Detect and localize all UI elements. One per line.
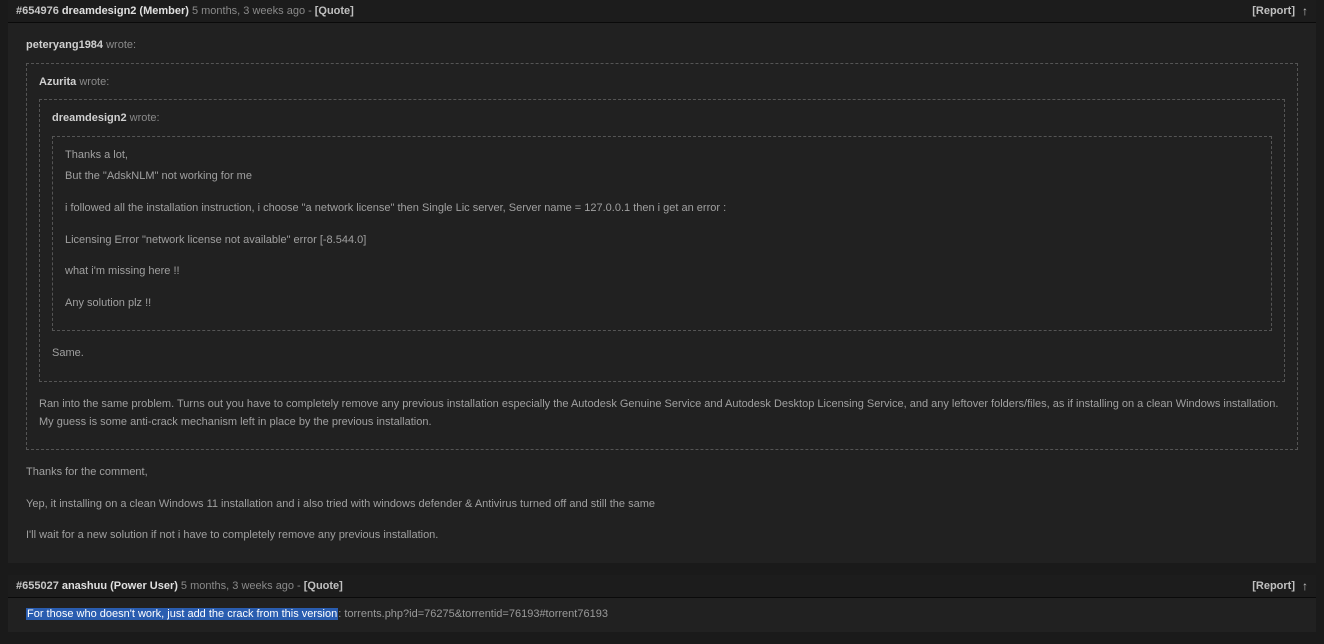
post-time: 5 months, 3 weeks ago	[181, 580, 294, 592]
quote-text: Thanks a lot,	[65, 147, 1259, 165]
post-rank: (Member)	[139, 5, 189, 17]
post-text: I'll wait for a new solution if not i ha…	[26, 527, 1298, 545]
post-body: For those who doesn't work, just add the…	[8, 598, 1316, 632]
quote-username[interactable]: Azurita	[39, 76, 76, 88]
quote-text: Ran into the same problem. Turns out you…	[39, 396, 1285, 431]
scroll-top-icon[interactable]: ↑	[1302, 4, 1308, 18]
quote-attribution: dreamdesign2 wrote:	[52, 110, 1272, 128]
post-header-left: #654976 dreamdesign2 (Member) 5 months, …	[16, 5, 354, 17]
quote-text: i followed all the installation instruct…	[65, 200, 1259, 218]
post-body: peteryang1984 wrote: Azurita wrote: drea…	[8, 23, 1316, 563]
scroll-top-icon[interactable]: ↑	[1302, 579, 1308, 593]
wrote-label: wrote:	[76, 76, 109, 88]
quote-box: Thanks a lot, But the "AdskNLM" not work…	[52, 136, 1272, 332]
post-header-right: [Report] ↑	[1252, 4, 1308, 18]
quote-attribution: Azurita wrote:	[39, 74, 1285, 92]
quote-button[interactable]: [Quote]	[304, 580, 343, 592]
post-time: 5 months, 3 weeks ago	[192, 5, 305, 17]
quote-username[interactable]: dreamdesign2	[52, 112, 127, 124]
post-username[interactable]: dreamdesign2	[62, 5, 137, 17]
post-header: #654976 dreamdesign2 (Member) 5 months, …	[8, 0, 1316, 23]
post-id[interactable]: #654976	[16, 5, 59, 17]
forum-post: #655027 anashuu (Power User) 5 months, 3…	[8, 575, 1316, 632]
separator: -	[308, 5, 312, 17]
quote-text: Same.	[52, 345, 1272, 363]
quote-text: But the "AdskNLM" not working for me	[65, 168, 1259, 186]
report-button[interactable]: [Report]	[1252, 5, 1295, 17]
quote-box: Azurita wrote: dreamdesign2 wrote: Thank…	[26, 63, 1298, 451]
post-header-right: [Report] ↑	[1252, 579, 1308, 593]
forum-post: #654976 dreamdesign2 (Member) 5 months, …	[8, 0, 1316, 563]
wrote-label: wrote:	[103, 39, 136, 51]
post-text: Thanks for the comment,	[26, 464, 1298, 482]
quote-username[interactable]: peteryang1984	[26, 39, 103, 51]
separator: -	[297, 580, 301, 592]
report-button[interactable]: [Report]	[1252, 580, 1295, 592]
quote-attribution: peteryang1984 wrote:	[26, 37, 1298, 55]
post-username[interactable]: anashuu	[62, 580, 107, 592]
quote-text: Licensing Error "network license not ava…	[65, 232, 1259, 250]
post-link-text[interactable]: : torrents.php?id=76275&torrentid=76193#…	[338, 608, 608, 620]
highlighted-text: For those who doesn't work, just add the…	[26, 608, 338, 620]
post-header: #655027 anashuu (Power User) 5 months, 3…	[8, 575, 1316, 598]
post-header-left: #655027 anashuu (Power User) 5 months, 3…	[16, 580, 343, 592]
wrote-label: wrote:	[127, 112, 160, 124]
post-text: Yep, it installing on a clean Windows 11…	[26, 496, 1298, 514]
post-rank: (Power User)	[110, 580, 178, 592]
post-id[interactable]: #655027	[16, 580, 59, 592]
quote-box: dreamdesign2 wrote: Thanks a lot, But th…	[39, 99, 1285, 382]
quote-text: what i'm missing here !!	[65, 263, 1259, 281]
quote-button[interactable]: [Quote]	[315, 5, 354, 17]
quote-text: Any solution plz !!	[65, 295, 1259, 313]
